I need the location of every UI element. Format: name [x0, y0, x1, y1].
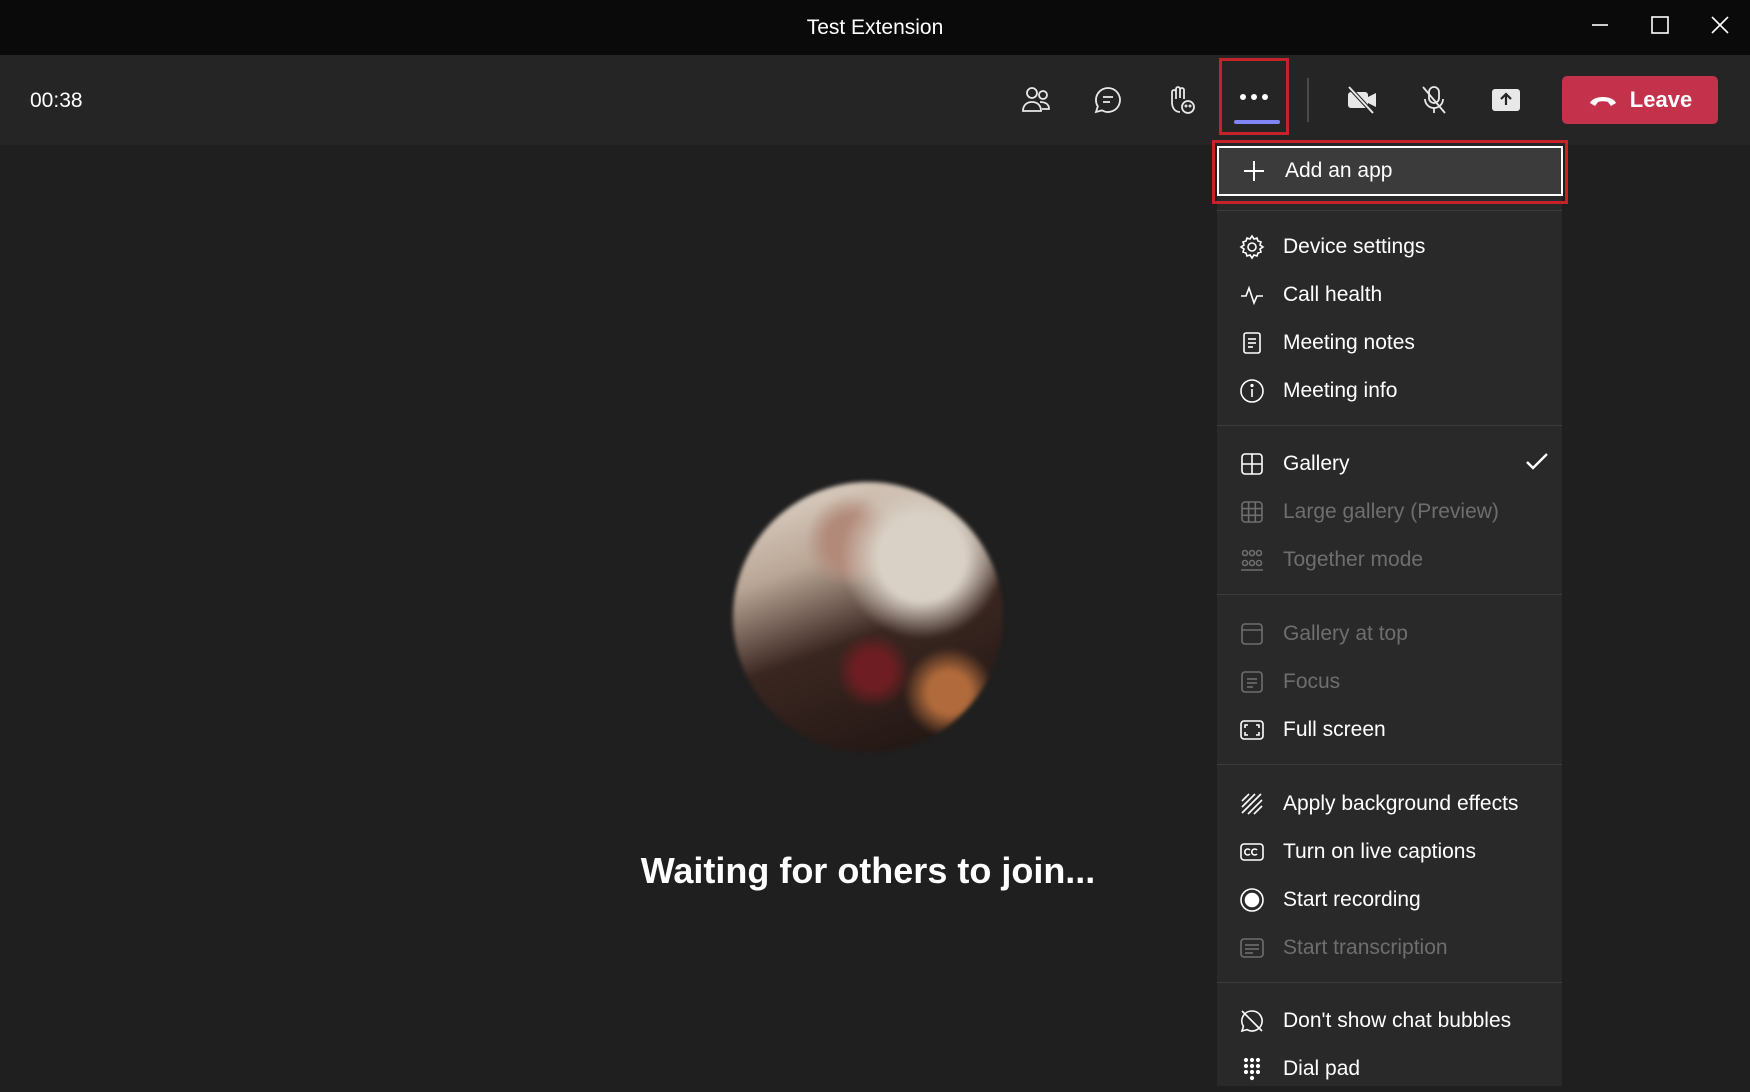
window-controls [1570, 0, 1750, 55]
menu-item-dial-pad[interactable]: Dial pad [1217, 1046, 1562, 1092]
menu-item-device-settings[interactable]: Device settings [1217, 224, 1562, 270]
menu-item-chat-bubbles[interactable]: Don't show chat bubbles [1217, 998, 1562, 1044]
meeting-toolbar: 00:38 [0, 55, 1750, 145]
participant-avatar [733, 482, 1003, 752]
share-button[interactable] [1479, 73, 1533, 127]
gallery-icon [1241, 453, 1263, 475]
raise-hand-icon [1171, 86, 1195, 114]
record-icon [1240, 888, 1264, 912]
menu-item-add-app[interactable]: Add an app [1217, 146, 1563, 196]
menu-item-large-gallery[interactable]: Large gallery (Preview) [1217, 489, 1562, 535]
menu-separator [1217, 982, 1562, 983]
transcription-icon [1240, 938, 1264, 958]
menu-item-gallery-at-top[interactable]: Gallery at top [1217, 611, 1562, 657]
people-icon [1022, 87, 1050, 112]
hang-up-icon [1589, 97, 1616, 106]
menu-item-gallery[interactable]: Gallery [1217, 441, 1562, 487]
checkmark-icon [1524, 448, 1550, 480]
participants-button[interactable] [1009, 73, 1063, 127]
menu-separator [1217, 764, 1562, 765]
together-mode-icon [1241, 549, 1263, 571]
mic-toggle-button[interactable] [1407, 73, 1461, 127]
share-screen-icon [1492, 89, 1520, 111]
menu-item-start-recording[interactable]: Start recording [1217, 877, 1562, 923]
leave-button[interactable]: Leave [1562, 76, 1718, 124]
more-actions-menu: Device settings Call health Meeting note… [1217, 145, 1562, 1086]
window-title: Test Extension [806, 15, 944, 39]
leave-label: Leave [1629, 87, 1693, 112]
chat-icon [1094, 87, 1121, 114]
full-screen-icon [1240, 720, 1264, 740]
toolbar-divider [1307, 78, 1309, 122]
background-effects-icon [1241, 793, 1263, 815]
menu-item-meeting-info[interactable]: Meeting info [1217, 368, 1562, 414]
menu-separator [1217, 594, 1562, 595]
menu-item-together-mode[interactable]: Together mode [1217, 537, 1562, 583]
captions-icon [1240, 843, 1264, 861]
camera-toggle-button[interactable] [1335, 73, 1389, 127]
menu-separator [1217, 210, 1562, 211]
mic-off-icon [1422, 86, 1446, 114]
camera-off-icon [1347, 85, 1376, 115]
close-window-button[interactable] [1690, 0, 1750, 50]
close-icon [1711, 16, 1729, 34]
maximize-icon [1651, 16, 1669, 34]
menu-item-focus[interactable]: Focus [1217, 659, 1562, 705]
menu-item-meeting-notes[interactable]: Meeting notes [1217, 320, 1562, 366]
chat-bubble-off-icon [1240, 1010, 1263, 1033]
active-indicator [1234, 120, 1280, 124]
minimize-button[interactable] [1570, 0, 1630, 50]
notes-icon [1243, 332, 1261, 354]
gear-icon [1239, 234, 1265, 260]
plus-icon [1244, 161, 1264, 181]
more-actions-button[interactable] [1219, 58, 1289, 135]
chat-button[interactable] [1081, 73, 1135, 127]
pulse-icon [1241, 285, 1263, 306]
large-gallery-icon [1241, 501, 1263, 523]
menu-separator [1217, 425, 1562, 426]
reactions-button[interactable] [1153, 73, 1207, 127]
call-timer: 00:38 [30, 89, 83, 112]
more-icon [1240, 93, 1268, 100]
focus-icon [1241, 671, 1263, 693]
menu-item-full-screen[interactable]: Full screen [1217, 707, 1562, 753]
maximize-button[interactable] [1630, 0, 1690, 50]
menu-item-start-transcription[interactable]: Start transcription [1217, 925, 1562, 971]
dial-pad-icon [1243, 1057, 1261, 1081]
menu-item-live-captions[interactable]: Turn on live captions [1217, 829, 1562, 875]
info-icon [1240, 379, 1264, 403]
menu-item-call-health[interactable]: Call health [1217, 272, 1562, 318]
title-bar: Test Extension [0, 0, 1750, 55]
gallery-top-icon [1241, 623, 1263, 645]
menu-item-background-effects[interactable]: Apply background effects [1217, 781, 1562, 827]
minimize-icon [1592, 24, 1608, 26]
